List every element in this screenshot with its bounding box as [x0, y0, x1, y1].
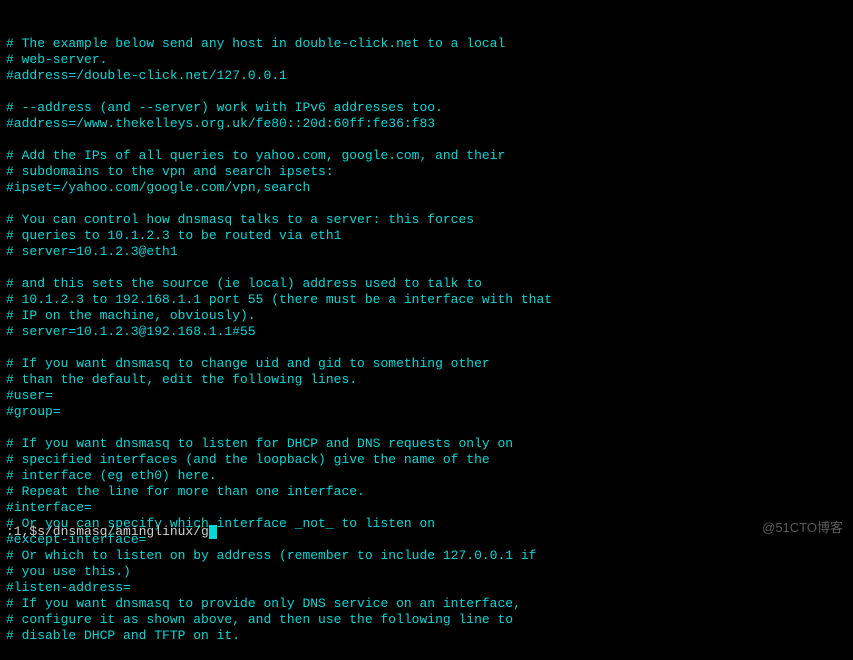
- config-line: # Or which to listen on by address (reme…: [6, 548, 847, 564]
- config-line: # subdomains to the vpn and search ipset…: [6, 164, 847, 180]
- config-line: # and this sets the source (ie local) ad…: [6, 276, 847, 292]
- command-text: :1,$s/dnsmasq/aminglinux/g: [6, 524, 209, 539]
- config-line: # If you want dnsmasq to provide only DN…: [6, 596, 847, 612]
- config-line: # If you want dnsmasq to listen for DHCP…: [6, 436, 847, 452]
- config-line: # 10.1.2.3 to 192.168.1.1 port 55 (there…: [6, 292, 847, 308]
- config-line: # --address (and --server) work with IPv…: [6, 100, 847, 116]
- config-line: [6, 132, 847, 148]
- vim-command-line[interactable]: :1,$s/dnsmasq/aminglinux/g: [6, 524, 217, 540]
- config-line: # The example below send any host in dou…: [6, 36, 847, 52]
- config-line: # server=10.1.2.3@192.168.1.1#55: [6, 324, 847, 340]
- config-line: #listen-address=: [6, 580, 847, 596]
- config-line: # web-server.: [6, 52, 847, 68]
- config-line: # than the default, edit the following l…: [6, 372, 847, 388]
- config-line: #interface=: [6, 500, 847, 516]
- config-line: # Repeat the line for more than one inte…: [6, 484, 847, 500]
- config-line: #address=/www.thekelleys.org.uk/fe80::20…: [6, 116, 847, 132]
- config-line: [6, 260, 847, 276]
- file-content: # The example below send any host in dou…: [6, 36, 847, 644]
- config-line: [6, 196, 847, 212]
- config-line: # interface (eg eth0) here.: [6, 468, 847, 484]
- config-line: # disable DHCP and TFTP on it.: [6, 628, 847, 644]
- cursor: [209, 525, 217, 539]
- config-line: # If you want dnsmasq to change uid and …: [6, 356, 847, 372]
- terminal-viewport[interactable]: # The example below send any host in dou…: [6, 4, 847, 660]
- config-line: [6, 420, 847, 436]
- config-line: # queries to 10.1.2.3 to be routed via e…: [6, 228, 847, 244]
- config-line: # IP on the machine, obviously).: [6, 308, 847, 324]
- config-line: # configure it as shown above, and then …: [6, 612, 847, 628]
- config-line: #user=: [6, 388, 847, 404]
- config-line: # you use this.): [6, 564, 847, 580]
- config-line: # You can control how dnsmasq talks to a…: [6, 212, 847, 228]
- config-line: [6, 340, 847, 356]
- config-line: [6, 84, 847, 100]
- config-line: #ipset=/yahoo.com/google.com/vpn,search: [6, 180, 847, 196]
- config-line: #address=/double-click.net/127.0.0.1: [6, 68, 847, 84]
- config-line: # server=10.1.2.3@eth1: [6, 244, 847, 260]
- config-line: #group=: [6, 404, 847, 420]
- config-line: # specified interfaces (and the loopback…: [6, 452, 847, 468]
- watermark: @51CTO博客: [762, 520, 843, 536]
- config-line: # Add the IPs of all queries to yahoo.co…: [6, 148, 847, 164]
